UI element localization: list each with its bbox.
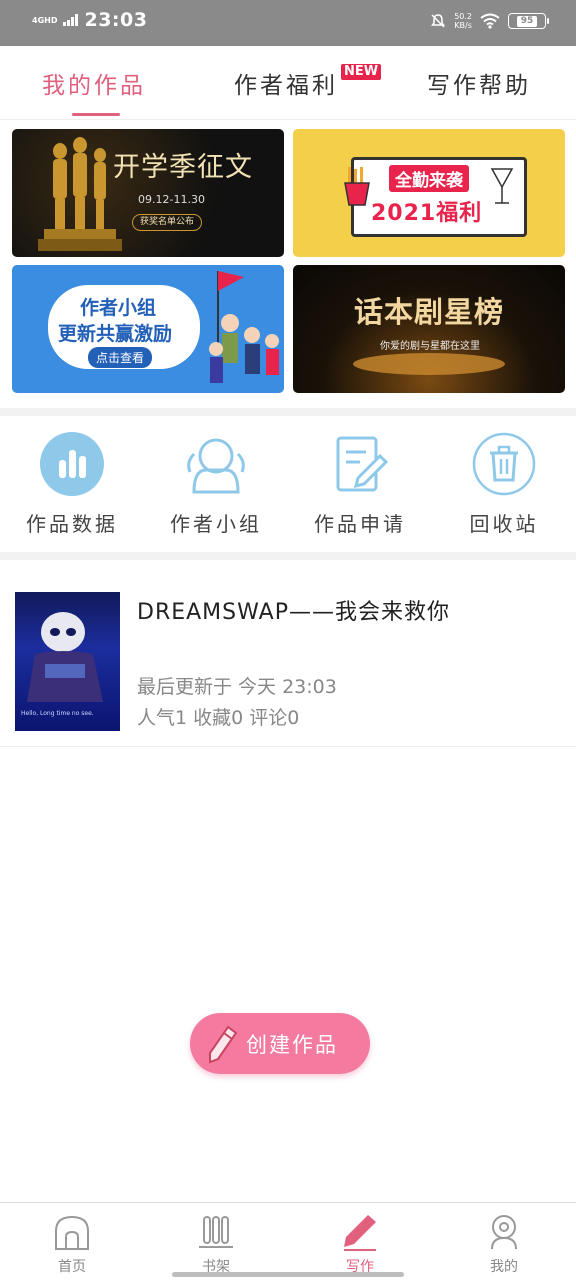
wifi-icon (480, 13, 500, 29)
bottom-nav: 首页 书架 写作 我的 (0, 1202, 576, 1280)
pencil-icon (209, 1025, 238, 1064)
status-bar: 4GHD 23:03 50.2 KB/s 95 (0, 0, 576, 46)
top-tab-bar: 我的作品 作者福利 NEW 写作帮助 (0, 46, 576, 120)
write-pen-icon (344, 1215, 376, 1251)
battery-icon: 95 (508, 13, 549, 29)
section-divider (0, 408, 576, 416)
battery-level: 95 (516, 15, 538, 27)
group-person-icon (187, 438, 245, 494)
home-icon (55, 1215, 89, 1250)
section-divider (0, 552, 576, 560)
banner-drama-star-ranking[interactable]: 话本剧星榜 你爱的剧与星都在这里 (293, 265, 565, 393)
tab-writing-help[interactable]: 写作帮助 (427, 66, 531, 100)
fries-icon (344, 167, 370, 206)
work-application-button[interactable]: 作品申请 (295, 432, 425, 537)
nav-profile[interactable]: 我的 (464, 1213, 544, 1276)
banner-cta: 获奖名单公布 (132, 214, 202, 231)
nav-home[interactable]: 首页 (32, 1213, 112, 1276)
quick-actions: 作品数据 作者小组 作品申请 回收站 (0, 416, 576, 556)
work-application-label: 作品申请 (314, 512, 406, 536)
banner-subtitle: 你爱的剧与星都在这里 (380, 341, 480, 352)
banner-grid: 开学季征文 09.12-11.30 获奖名单公布 全勤来袭 2021福利 作者小… (12, 129, 565, 395)
banner-date: 09.12-11.30 (138, 193, 205, 206)
cover-caption: Hello, Long time no see. (21, 710, 94, 717)
new-badge: NEW (341, 64, 382, 80)
author-group-label: 作者小组 (170, 512, 262, 536)
banner-full-attendance-bonus[interactable]: 全勤来袭 2021福利 (293, 129, 565, 257)
bar-chart-icon (40, 432, 104, 496)
banner-cta: 点击查看 (88, 347, 153, 368)
work-stats: 人气1 收藏0 评论0 (137, 707, 300, 729)
create-work-button[interactable]: 创建作品 (190, 1013, 370, 1074)
banner-stage-glow (353, 353, 505, 375)
signal-icon (63, 14, 79, 26)
nav-bookshelf[interactable]: 书架 (176, 1213, 256, 1276)
banner-title: 话本剧星榜 (353, 295, 504, 329)
profile-icon (491, 1215, 517, 1250)
tab-my-works[interactable]: 我的作品 (42, 66, 146, 100)
recycle-bin-button[interactable]: 回收站 (439, 432, 569, 537)
banner-title: 开学季征文 (113, 152, 253, 183)
banner-line1: 作者小组 (80, 297, 157, 319)
active-tab-indicator (72, 113, 120, 116)
trash-icon (472, 432, 536, 496)
work-cover-image: Hello, Long time no see. (15, 592, 120, 731)
banner-author-group[interactable]: 作者小组 更新共赢激励 点击查看 (12, 265, 284, 393)
mute-bell-icon (431, 14, 446, 28)
recycle-bin-label: 回收站 (469, 512, 539, 536)
nav-home-label: 首页 (58, 1259, 86, 1275)
network-speed: 50.2 KB/s (454, 12, 472, 30)
nav-write[interactable]: 写作 (320, 1213, 400, 1276)
nav-profile-label: 我的 (490, 1259, 518, 1275)
tab-author-benefits[interactable]: 作者福利 (234, 66, 338, 100)
author-group-button[interactable]: 作者小组 (151, 432, 281, 537)
work-list-item[interactable]: Hello, Long time no see. DREAMSWAP——我会来救… (0, 560, 576, 747)
banner-line1: 全勤来袭 (389, 165, 469, 192)
banner-line2: 更新共赢激励 (58, 323, 173, 345)
banner-line2: 2021福利 (371, 201, 483, 226)
work-last-update: 最后更新于 今天 23:03 (137, 676, 337, 698)
kids-flag-icon (209, 271, 279, 383)
edit-document-icon (336, 436, 389, 492)
network-type: 4GHD (32, 15, 58, 25)
create-work-label: 创建作品 (246, 1033, 338, 1057)
work-data-label: 作品数据 (26, 512, 118, 536)
status-time: 23:03 (84, 9, 148, 31)
bookshelf-icon (199, 1216, 233, 1248)
drink-icon (490, 168, 514, 204)
work-data-button[interactable]: 作品数据 (7, 432, 137, 537)
banner-back-to-school-contest[interactable]: 开学季征文 09.12-11.30 获奖名单公布 (12, 129, 284, 257)
work-title: DREAMSWAP——我会来救你 (137, 600, 450, 625)
home-indicator[interactable] (172, 1272, 404, 1277)
